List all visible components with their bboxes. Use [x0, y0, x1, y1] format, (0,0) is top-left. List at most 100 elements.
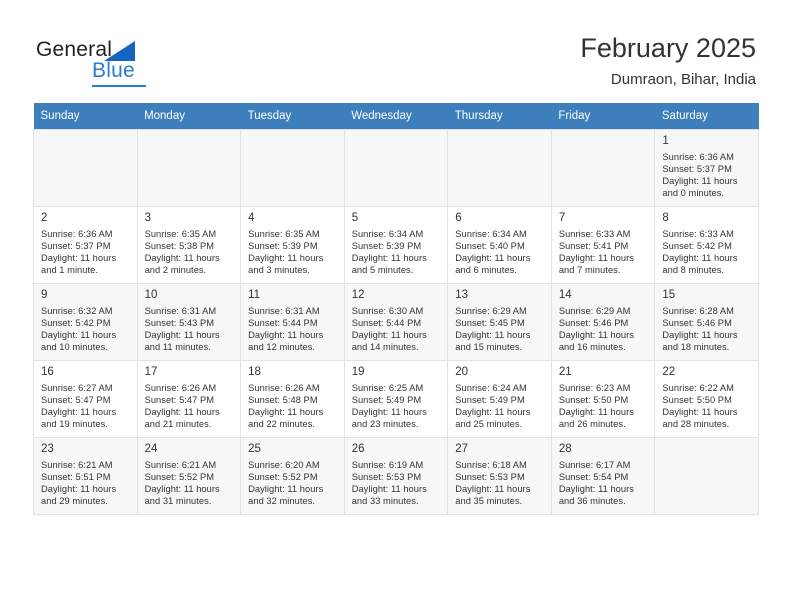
day-detail-line: Sunrise: 6:21 AM	[144, 460, 217, 470]
day-detail-line: Daylight: 11 hours	[662, 407, 738, 418]
calendar-cell-content: 8 Sunrise: 6:33 AM Sunset: 5:42 PM Daylight…	[655, 207, 758, 275]
day-detail-line: Sunrise: 6:34 AM	[351, 229, 424, 239]
day-detail-line: Sunset: 5:44 PM	[248, 318, 318, 329]
day-detail-line: Sunrise: 6:31 AM	[248, 306, 320, 316]
page-subtitle-location: Dumraon, Bihar, India	[610, 71, 756, 88]
day-detail-line: Sunrise: 6:36 AM	[41, 229, 113, 239]
calendar-day-cell[interactable]: 23 Sunrise: 6:21 AM Sunset: 5:51 PM Dayligh…	[33, 437, 138, 515]
calendar-day-cell[interactable]: 14 Sunrise: 6:29 AM Sunset: 5:46 PM Dayligh…	[550, 283, 656, 361]
day-detail-line: and 36 minutes.	[558, 496, 626, 507]
page-header: General Blue February 2025 Dumraon, Biha…	[0, 0, 792, 103]
day-number: 19	[351, 366, 365, 378]
calendar-day-cell[interactable]: 5 Sunrise: 6:34 AM Sunset: 5:39 PM Daylight…	[343, 206, 449, 284]
day-detail-line: Sunrise: 6:29 AM	[455, 306, 527, 316]
calendar-day-cell[interactable]: 11 Sunrise: 6:31 AM Sunset: 5:44 PM Dayligh…	[240, 283, 345, 361]
day-number: 6	[455, 212, 462, 224]
day-sun-details: Sunrise: 6:27 AM Sunset: 5:47 PM Daylight:…	[41, 382, 131, 430]
calendar-day-cell[interactable]: 24 Sunrise: 6:21 AM Sunset: 5:52 PM Dayligh…	[136, 437, 242, 515]
calendar-day-cell[interactable]: 4 Sunrise: 6:35 AM Sunset: 5:39 PM Daylight…	[240, 206, 345, 284]
day-detail-line: Daylight: 11 hours	[248, 407, 324, 418]
day-sun-details: Sunrise: 6:18 AM Sunset: 5:53 PM Daylight:…	[455, 459, 545, 507]
calendar-day-cell[interactable]: 9 Sunrise: 6:32 AM Sunset: 5:42 PM Daylight…	[33, 283, 138, 361]
day-detail-line: Sunrise: 6:35 AM	[144, 229, 217, 239]
day-detail-line: and 14 minutes.	[351, 342, 419, 353]
day-detail-line: Daylight: 11 hours	[558, 484, 634, 495]
calendar-cell-content: 18 Sunrise: 6:26 AM Sunset: 5:48 PM Dayligh…	[241, 361, 344, 430]
day-sun-details: Sunrise: 6:26 AM Sunset: 5:48 PM Daylight:…	[248, 382, 338, 430]
day-detail-line: Sunset: 5:46 PM	[558, 318, 629, 329]
title-block: February 2025 Dumraon, Bihar, India	[580, 32, 756, 89]
day-detail-line: Sunrise: 6:25 AM	[351, 383, 424, 393]
day-sun-details: Sunrise: 6:21 AM Sunset: 5:51 PM Daylight:…	[41, 459, 131, 507]
day-detail-line: Sunrise: 6:30 AM	[351, 306, 424, 316]
day-number: 11	[248, 289, 261, 301]
calendar-cell-content: 7 Sunrise: 6:33 AM Sunset: 5:41 PM Daylight…	[552, 207, 655, 276]
calendar-day-cell[interactable]: 13 Sunrise: 6:29 AM Sunset: 5:45 PM Dayligh…	[447, 283, 552, 361]
day-detail-line: Sunset: 5:50 PM	[558, 395, 629, 406]
day-sun-details: Sunrise: 6:17 AM Sunset: 5:54 PM Daylight:…	[559, 459, 649, 507]
day-number: 21	[558, 366, 572, 378]
day-detail-line: Sunrise: 6:34 AM	[455, 229, 527, 239]
day-sun-details: Sunrise: 6:36 AM Sunset: 5:37 PM Daylight:…	[41, 228, 131, 276]
day-detail-line: and 3 minutes.	[248, 265, 310, 276]
day-detail-line: Sunset: 5:43 PM	[144, 318, 215, 329]
day-detail-line: Sunrise: 6:17 AM	[558, 460, 631, 470]
day-number: 18	[248, 366, 261, 378]
calendar-cell-content: 6 Sunrise: 6:34 AM Sunset: 5:40 PM Daylight…	[448, 207, 551, 276]
day-detail-line: Daylight: 11 hours	[351, 330, 427, 341]
day-detail-line: and 10 minutes.	[41, 342, 108, 353]
day-detail-line: and 2 minutes.	[144, 265, 207, 276]
calendar-day-cell[interactable]: 12 Sunrise: 6:30 AM Sunset: 5:44 PM Dayligh…	[343, 283, 449, 361]
day-detail-line: Sunset: 5:39 PM	[351, 241, 422, 252]
day-detail-line: Sunset: 5:52 PM	[144, 472, 215, 483]
general-blue-logo[interactable]: General Blue	[36, 38, 216, 88]
calendar-day-cell[interactable]: 21 Sunrise: 6:23 AM Sunset: 5:50 PM Dayligh…	[550, 360, 656, 438]
day-detail-line: Sunset: 5:37 PM	[662, 164, 732, 175]
calendar-day-cell[interactable]: 18 Sunrise: 6:26 AM Sunset: 5:48 PM Dayligh…	[240, 360, 345, 438]
calendar-day-cell[interactable]: 22 Sunrise: 6:22 AM Sunset: 5:50 PM Dayligh…	[654, 360, 759, 438]
calendar-day-cell[interactable]: 8 Sunrise: 6:33 AM Sunset: 5:42 PM Daylight…	[654, 206, 759, 284]
calendar-cell-content: 9 Sunrise: 6:32 AM Sunset: 5:42 PM Daylight…	[34, 284, 137, 353]
day-detail-line: Daylight: 11 hours	[144, 253, 220, 264]
calendar-cell-content: 1 Sunrise: 6:36 AM Sunset: 5:37 PM Daylight…	[655, 130, 758, 198]
day-detail-line: Daylight: 11 hours	[351, 484, 427, 495]
calendar-day-cell[interactable]: 28 Sunrise: 6:17 AM Sunset: 5:54 PM Dayligh…	[550, 437, 656, 515]
day-sun-details: Sunrise: 6:33 AM Sunset: 5:41 PM Daylight:…	[559, 228, 649, 276]
calendar-day-cell[interactable]: 26 Sunrise: 6:19 AM Sunset: 5:53 PM Dayligh…	[343, 437, 449, 515]
calendar-day-cell[interactable]: 10 Sunrise: 6:31 AM Sunset: 5:43 PM Dayligh…	[136, 283, 242, 361]
day-number: 12	[351, 289, 365, 301]
day-detail-line: Sunset: 5:45 PM	[455, 318, 525, 329]
calendar-day-cell[interactable]: 6 Sunrise: 6:34 AM Sunset: 5:40 PM Daylight…	[447, 206, 552, 284]
calendar-day-cell[interactable]: 15 Sunrise: 6:28 AM Sunset: 5:46 PM Dayligh…	[654, 283, 759, 361]
day-number: 16	[41, 366, 54, 378]
day-detail-line: and 6 minutes.	[455, 265, 517, 276]
calendar-day-cell[interactable]: 27 Sunrise: 6:18 AM Sunset: 5:53 PM Dayligh…	[447, 437, 552, 515]
day-number: 28	[558, 443, 572, 455]
calendar-day-cell[interactable]: 7 Sunrise: 6:33 AM Sunset: 5:41 PM Daylight…	[550, 206, 656, 284]
day-detail-line: Daylight: 11 hours	[662, 253, 738, 264]
logo-underline	[92, 85, 146, 87]
calendar-day-cell[interactable]: 17 Sunrise: 6:26 AM Sunset: 5:47 PM Dayligh…	[136, 360, 242, 438]
calendar-day-cell[interactable]: 20 Sunrise: 6:24 AM Sunset: 5:49 PM Dayligh…	[447, 360, 552, 438]
day-detail-line: Sunrise: 6:21 AM	[41, 460, 113, 470]
day-detail-line: and 12 minutes.	[248, 342, 316, 353]
calendar-day-cell[interactable]: 25 Sunrise: 6:20 AM Sunset: 5:52 PM Dayligh…	[240, 437, 345, 515]
calendar-cell-content	[551, 130, 655, 197]
day-detail-line: and 32 minutes.	[248, 496, 316, 507]
calendar-day-cell[interactable]: 2 Sunrise: 6:36 AM Sunset: 5:37 PM Daylight…	[33, 206, 138, 284]
calendar-day-cell[interactable]: 3 Sunrise: 6:35 AM Sunset: 5:38 PM Daylight…	[136, 206, 242, 284]
calendar-day-cell[interactable]: 1 Sunrise: 6:36 AM Sunset: 5:37 PM Daylight…	[654, 129, 759, 207]
day-number: 8	[662, 212, 669, 224]
calendar-day-cell[interactable]: 19 Sunrise: 6:25 AM Sunset: 5:49 PM Dayligh…	[343, 360, 449, 438]
calendar-cell-content: 2 Sunrise: 6:36 AM Sunset: 5:37 PM Daylight…	[34, 207, 137, 276]
day-number: 13	[455, 289, 469, 301]
day-number: 17	[144, 366, 158, 378]
day-detail-line: Sunrise: 6:32 AM	[41, 306, 113, 316]
calendar-day-cell[interactable]: 16 Sunrise: 6:27 AM Sunset: 5:47 PM Dayligh…	[33, 360, 138, 438]
day-number: 5	[351, 212, 359, 224]
day-sun-details: Sunrise: 6:24 AM Sunset: 5:49 PM Daylight:…	[455, 382, 545, 430]
calendar-cell-content: 26 Sunrise: 6:19 AM Sunset: 5:53 PM Dayligh…	[344, 438, 448, 506]
day-number: 15	[662, 289, 676, 301]
day-sun-details: Sunrise: 6:35 AM Sunset: 5:39 PM Daylight:…	[248, 228, 338, 276]
month-calendar-table: Sunday Monday Tuesday Wednesday Thursday…	[33, 103, 759, 515]
